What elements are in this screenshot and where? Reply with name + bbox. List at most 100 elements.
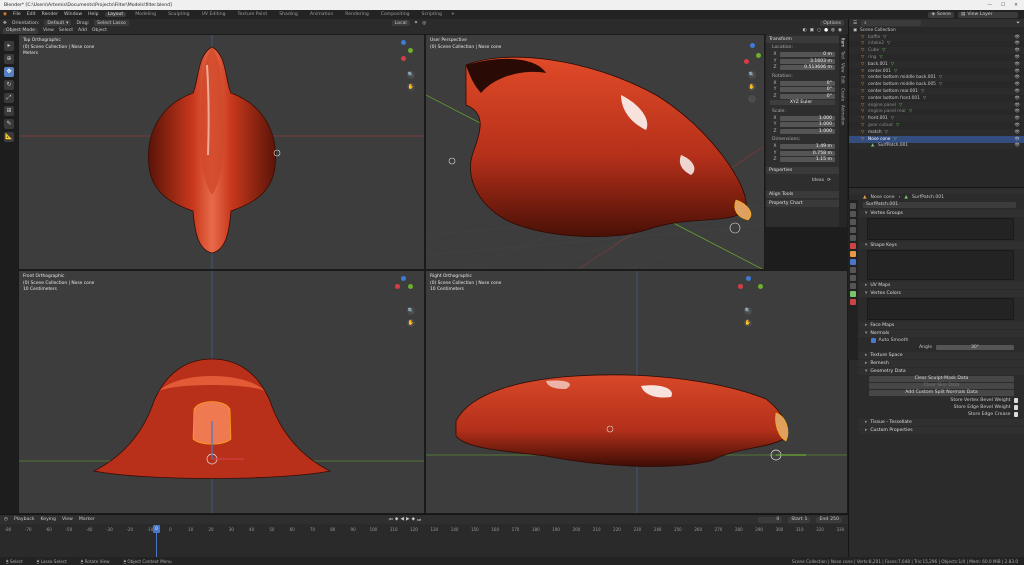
clear-skin-data-button[interactable]: Clear Skin Data: [869, 383, 1014, 389]
visibility-eye-icon[interactable]: 👁: [1015, 48, 1020, 53]
play-icon[interactable]: ▶: [406, 517, 410, 523]
scale-y-field[interactable]: Y 1.000: [770, 122, 835, 128]
timeline-menu-keying[interactable]: Keying: [41, 517, 56, 522]
outliner-item[interactable]: ▽ baffle ▽ 👁: [849, 33, 1024, 41]
menu-file[interactable]: File: [13, 12, 21, 17]
store-edge-bevel-row[interactable]: Store Edge Bevel Weight: [859, 404, 1024, 411]
timeline-editor-icon[interactable]: ◷: [4, 517, 8, 522]
align-tools-header[interactable]: Align Tools: [766, 190, 839, 198]
annotate-tool-icon[interactable]: ✎: [4, 119, 14, 129]
viewport-user-perspective[interactable]: User Perspective (0) Scene Collection | …: [425, 34, 765, 270]
angle-field[interactable]: 30°: [936, 345, 1014, 350]
gizmo-y-icon[interactable]: [408, 284, 413, 289]
move-tool-button-icon[interactable]: ✥: [4, 67, 14, 77]
world-tab-icon[interactable]: [850, 243, 856, 249]
menu-render[interactable]: Render: [42, 12, 58, 17]
gizmo-x-icon[interactable]: [738, 284, 743, 289]
outliner-item[interactable]: ▽ center bottom middle back.005 ▽ 👁: [849, 81, 1024, 88]
dimensions-y-field[interactable]: Y 0.758 m: [770, 150, 835, 157]
n-tab-create[interactable]: Create: [841, 88, 846, 101]
playhead[interactable]: 0: [153, 525, 160, 533]
physics-tab-icon[interactable]: [850, 275, 856, 281]
section-remesh[interactable]: ▸ Remesh: [859, 360, 1024, 367]
shading-rendered-icon[interactable]: ◉: [838, 28, 842, 33]
outliner-item[interactable]: ▽ engine panel ▽ 👁: [849, 101, 1024, 109]
n-tab-edit[interactable]: Edit: [841, 76, 846, 84]
select-box-tool-icon[interactable]: ▸: [4, 41, 14, 51]
transform-tool-icon[interactable]: ⊞: [4, 106, 14, 116]
outliner-item[interactable]: ▽ back.001 ▽ 👁: [849, 60, 1024, 68]
visibility-eye-icon[interactable]: 👁: [1015, 69, 1020, 74]
timeline-menu-view[interactable]: View: [62, 517, 73, 522]
pan-hand-icon[interactable]: ✋: [748, 83, 756, 91]
visibility-eye-icon[interactable]: 👁: [1015, 89, 1020, 94]
current-frame-field[interactable]: 0: [758, 516, 783, 523]
visibility-eye-icon[interactable]: 👁: [1015, 35, 1020, 40]
camera-view-icon[interactable]: 🎥: [748, 95, 756, 103]
visibility-eye-icon[interactable]: 👁: [1015, 55, 1020, 60]
dimensions-z-field[interactable]: Z 1.15 m: [770, 157, 835, 163]
dimensions-x-field[interactable]: X 1.49 m: [770, 144, 835, 150]
rotation-x-field[interactable]: X 0°: [770, 80, 835, 87]
gizmo-x-icon[interactable]: [395, 284, 400, 289]
n-tab-animation[interactable]: Animation: [841, 105, 846, 125]
outliner-item[interactable]: ▽ front.001 ▽ 👁: [849, 115, 1024, 123]
ideas-label[interactable]: Ideas: [812, 178, 824, 183]
outliner-item[interactable]: ▽ intake2 ▽ 👁: [849, 41, 1024, 48]
outliner-item[interactable]: ▽ ring ▽ 👁: [849, 54, 1024, 61]
visibility-eye-icon[interactable]: 👁: [1015, 123, 1020, 128]
section-geometry-data[interactable]: ▾ Geometry Data: [859, 368, 1024, 375]
n-tab-item[interactable]: Item: [841, 38, 846, 47]
menu-window[interactable]: Window: [64, 12, 82, 17]
vertex-groups-list[interactable]: [867, 218, 1014, 240]
snap-icon[interactable]: ⌗: [415, 20, 418, 26]
visibility-eye-icon[interactable]: 👁: [1015, 116, 1020, 121]
properties-header[interactable]: Properties: [766, 166, 839, 174]
timeline-ruler[interactable]: -80 -70 -60 -50 -40 -30 -20 -10 0 10 20 30 40 50 60 70 8…: [0, 526, 848, 534]
workspace-tab-texture-paint[interactable]: Texture Paint: [235, 12, 271, 17]
viewport-menu-add[interactable]: Add: [78, 28, 87, 33]
material-tab-icon[interactable]: [850, 299, 856, 305]
zoom-icon[interactable]: 🔍: [407, 71, 415, 79]
outliner-item[interactable]: ▲ SurfPatch.001 👁: [849, 142, 1024, 150]
pan-hand-icon[interactable]: ✋: [407, 83, 415, 91]
viewport-front-ortho[interactable]: Front Orthographic (0) Scene Collection …: [18, 270, 425, 514]
workspace-tab-compositing[interactable]: Compositing: [378, 12, 413, 17]
viewport-menu-object[interactable]: Object: [92, 28, 107, 33]
workspace-tab-shading[interactable]: Shading: [276, 12, 301, 17]
n-tab-view[interactable]: View: [841, 63, 846, 73]
gizmo-z-icon[interactable]: [401, 276, 406, 281]
render-tab-icon[interactable]: [850, 211, 856, 217]
auto-smooth-checkbox[interactable]: [871, 338, 876, 343]
drag-dropdown[interactable]: Select Lasso: [94, 20, 129, 26]
particles-tab-icon[interactable]: [850, 267, 856, 273]
property-chart-header[interactable]: Property Chart: [766, 199, 839, 207]
section-vertex-groups[interactable]: ▾ Vertex Groups: [859, 210, 1024, 217]
vertex-colors-list[interactable]: [867, 298, 1014, 320]
location-y-field[interactable]: Y 3.1603 m: [770, 58, 835, 65]
maximize-icon[interactable]: ☐: [1001, 3, 1005, 8]
jump-start-icon[interactable]: ⏮: [389, 517, 393, 523]
shading-material-icon[interactable]: ◍: [831, 28, 835, 33]
pan-hand-icon[interactable]: ✋: [744, 319, 752, 327]
gizmo-x-icon[interactable]: [744, 59, 749, 64]
menu-help[interactable]: Help: [88, 12, 98, 17]
mode-dropdown[interactable]: Object Mode: [3, 27, 38, 34]
object-tab-icon[interactable]: [850, 251, 856, 257]
store-vertex-bevel-row[interactable]: Store Vertex Bevel Weight: [859, 397, 1024, 404]
visibility-eye-icon[interactable]: 👁: [1015, 130, 1020, 135]
view-layer-tab-icon[interactable]: [850, 227, 856, 233]
section-shape-keys[interactable]: ▾ Shape Keys: [859, 242, 1024, 249]
outliner-item[interactable]: ▽ center bottom rear.001 ▽ 👁: [849, 88, 1024, 95]
scene-tab-icon[interactable]: [850, 235, 856, 241]
close-icon[interactable]: ✕: [1014, 3, 1018, 8]
jump-end-icon[interactable]: ⏭: [417, 517, 421, 523]
visibility-eye-icon[interactable]: 👁: [1015, 41, 1020, 46]
proportional-edit-icon[interactable]: ◎: [422, 21, 426, 26]
section-texture-space[interactable]: ▸ Texture Space: [859, 352, 1024, 359]
mesh-datablock-field[interactable]: SurfPatch.001: [863, 202, 1016, 208]
auto-smooth-row[interactable]: Auto Smooth: [859, 337, 1024, 344]
scale-x-field[interactable]: X 1.000: [770, 115, 835, 122]
view-layer-selector[interactable]: ▤ View Layer: [958, 11, 1018, 18]
workspace-tab-rendering[interactable]: Rendering: [342, 12, 371, 17]
